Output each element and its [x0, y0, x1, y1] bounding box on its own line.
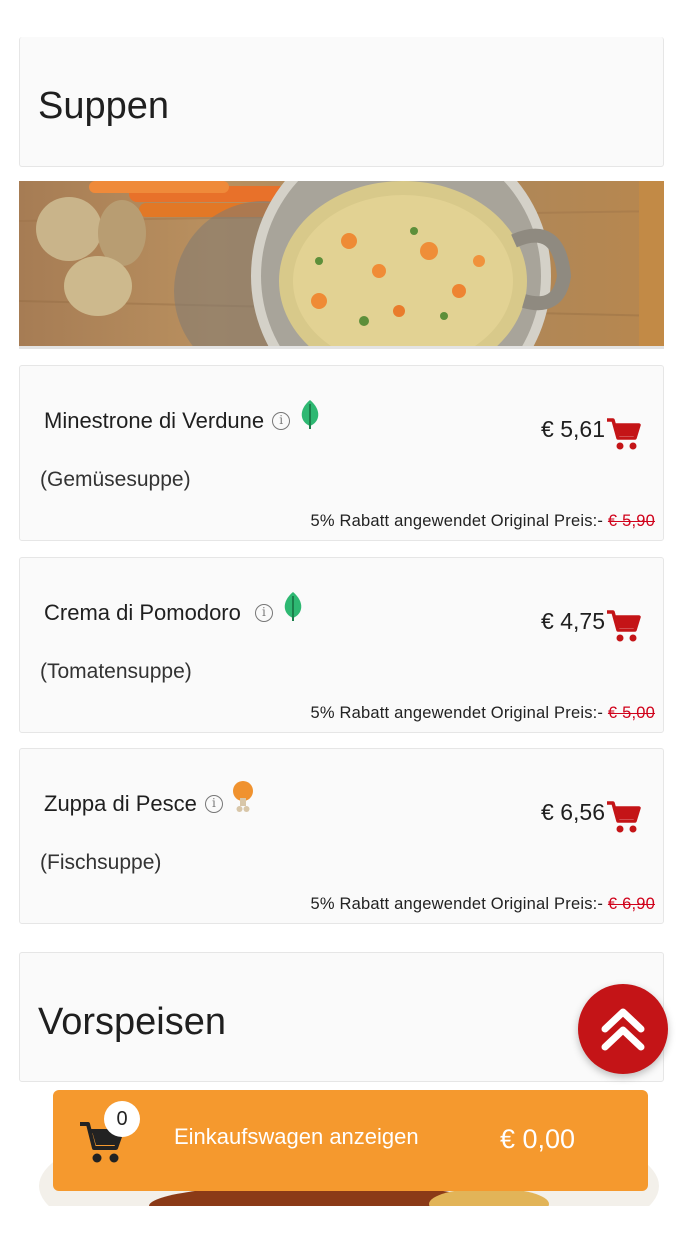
menu-item-card[interactable]: Zuppa di Pesce i (Fischsuppe) € 6,56 5% …: [19, 748, 664, 924]
soup-banner-image: [19, 181, 664, 349]
discount-note: 5% Rabatt angewendet Original Preis:- € …: [310, 704, 655, 723]
section-title: Suppen: [38, 85, 170, 127]
discount-text: 5% Rabatt angewendet Original Preis:-: [310, 512, 604, 530]
leaf-icon: [301, 400, 319, 429]
menu-item-card[interactable]: Minestrone di Verdune i (Gemüsesuppe) € …: [19, 365, 664, 541]
item-price: € 6,56: [541, 799, 605, 825]
item-name-row: Minestrone di Verdune i: [44, 400, 322, 434]
item-description: (Gemüsesuppe): [40, 468, 191, 491]
item-name-row: Zuppa di Pesce i: [44, 781, 255, 817]
cart-count-badge: 0: [104, 1101, 140, 1137]
item-name: Minestrone di Verdune: [44, 408, 265, 433]
item-name-row: Crema di Pomodoro i: [44, 592, 305, 626]
item-name: Zuppa di Pesce: [44, 791, 197, 816]
section-title: Vorspeisen: [38, 1001, 227, 1043]
double-chevron-up-icon: [601, 1008, 645, 1051]
scroll-to-top-button[interactable]: [578, 984, 668, 1074]
item-description: (Fischsuppe): [40, 851, 162, 874]
leaf-icon: [284, 592, 302, 621]
view-cart-label: Einkaufswagen anzeigen: [174, 1124, 419, 1149]
discount-note: 5% Rabatt angewendet Original Preis:- € …: [310, 895, 655, 914]
item-price: € 5,61: [541, 416, 605, 442]
soup-illustration: [19, 181, 664, 346]
original-price: € 5,90: [607, 512, 655, 530]
info-icon[interactable]: i: [254, 604, 273, 622]
menu-item-card[interactable]: Crema di Pomodoro i (Tomatensuppe) € 4,7…: [19, 557, 664, 733]
discount-text: 5% Rabatt angewendet Original Preis:-: [310, 895, 604, 913]
add-to-cart-icon[interactable]: [605, 416, 641, 452]
section-header-suppen: Suppen: [19, 37, 664, 167]
discount-text: 5% Rabatt angewendet Original Preis:-: [310, 704, 604, 722]
item-price: € 4,75: [541, 608, 605, 634]
cart-total: € 0,00: [500, 1124, 576, 1154]
original-price: € 6,90: [607, 895, 655, 913]
section-header-vorspeisen: Vorspeisen: [19, 952, 664, 1082]
item-description: (Tomatensuppe): [40, 660, 192, 683]
add-to-cart-icon[interactable]: [605, 799, 641, 835]
add-to-cart-icon[interactable]: [605, 608, 641, 644]
discount-note: 5% Rabatt angewendet Original Preis:- € …: [310, 512, 655, 531]
original-price: € 5,00: [607, 704, 655, 722]
drumstick-icon: [232, 781, 253, 812]
info-icon[interactable]: i: [204, 795, 223, 813]
item-name: Crema di Pomodoro: [44, 600, 241, 625]
info-icon[interactable]: i: [272, 412, 291, 430]
